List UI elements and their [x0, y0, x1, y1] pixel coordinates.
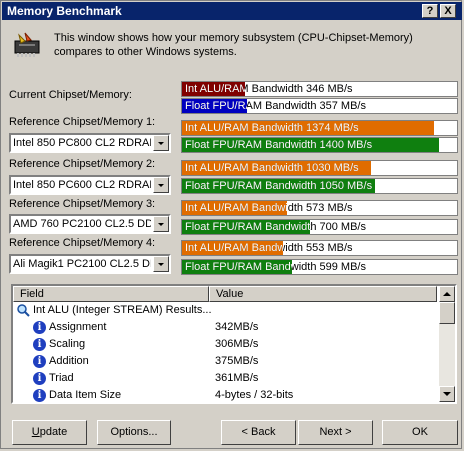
current-alu-bar: Int ALU/RAM Bandwidth 346 MB/s Int ALU/R…	[181, 81, 458, 97]
list-item[interactable]: i Data Item Size 4-bytes / 32-bits	[13, 387, 437, 402]
reference-2-alu-bar: Int ALU/RAM Bandwidth 1030 MB/s Int ALU/…	[181, 160, 458, 176]
reference-2-label: Reference Chipset/Memory 2:	[9, 158, 156, 170]
reference-2-select[interactable]: Intel 850 PC600 CL2 RDRAM	[9, 175, 171, 195]
scroll-down-button[interactable]	[439, 386, 455, 402]
column-header-value[interactable]: Value	[209, 286, 437, 302]
current-fpu-text-overlay: Float FPU/RAM Bandwidth 357 MB/s	[185, 100, 247, 112]
value-cell: 4-bytes / 32-bits	[215, 389, 294, 401]
back-button[interactable]: < Back	[221, 420, 296, 445]
intro-text: This window shows how your memory subsys…	[54, 32, 413, 58]
reference-1-alu-bar: Int ALU/RAM Bandwidth 1374 MB/s Int ALU/…	[181, 120, 458, 136]
value-cell: 361MB/s	[215, 372, 259, 384]
info-icon: i	[33, 372, 46, 385]
reference-4-selected: Ali Magik1 PC2100 CL2.5 DDR SDRAM	[13, 258, 151, 270]
reference-2-fpu-bar: Float FPU/RAM Bandwidth 1050 MB/s Float …	[181, 178, 458, 194]
value-cell: 375MB/s	[215, 355, 259, 367]
list-item[interactable]: i Addition 375MB/s	[13, 353, 437, 370]
chevron-down-icon[interactable]	[153, 256, 169, 272]
reference-3-alu-bar: Int ALU/RAM Bandwidth 573 MB/s Int ALU/R…	[181, 200, 458, 216]
help-button[interactable]: ?	[422, 4, 438, 18]
reference-3-alu-text-overlay: Int ALU/RAM Bandwidth 573 MB/s	[185, 202, 287, 214]
memory-chip-icon	[14, 32, 40, 57]
update-button[interactable]: Update	[12, 420, 87, 445]
reference-3-fpu-text-overlay: Float FPU/RAM Bandwidth 700 MB/s	[185, 221, 310, 233]
field-cell: Scaling	[49, 338, 86, 350]
reference-1-label: Reference Chipset/Memory 1:	[9, 116, 156, 128]
field-cell: Assignment	[49, 321, 107, 333]
vertical-scrollbar[interactable]	[439, 286, 455, 402]
memory-benchmark-window: Memory Benchmark ? X This window shows h…	[0, 0, 462, 449]
reference-1-select[interactable]: Intel 850 PC800 CL2 RDRAM	[9, 133, 171, 153]
info-icon: i	[33, 389, 46, 402]
reference-3-fpu-bar: Float FPU/RAM Bandwidth 700 MB/s Float F…	[181, 219, 458, 235]
window-title: Memory Benchmark	[7, 4, 122, 18]
reference-3-label: Reference Chipset/Memory 3:	[9, 198, 156, 210]
reference-4-fpu-bar: Float FPU/RAM Bandwidth 599 MB/s Float F…	[181, 259, 458, 275]
ok-button-label: OK	[412, 426, 428, 438]
next-button-label: Next >	[319, 426, 352, 438]
list-item[interactable]: i Assignment 342MB/s	[13, 319, 437, 336]
field-cell: Addition	[49, 355, 89, 367]
options-button[interactable]: Options...	[97, 420, 171, 445]
reference-4-fpu-text-overlay: Float FPU/RAM Bandwidth 599 MB/s	[185, 261, 292, 273]
current-alu-text-overlay: Int ALU/RAM Bandwidth 346 MB/s	[185, 83, 245, 95]
value-cell: 306MB/s	[215, 338, 259, 350]
list-item[interactable]: i Triad 361MB/s	[13, 370, 437, 387]
reference-4-alu-bar: Int ALU/RAM Bandwidth 553 MB/s Int ALU/R…	[181, 240, 458, 256]
reference-2-alu-text-overlay: Int ALU/RAM Bandwidth 1030 MB/s	[185, 162, 359, 174]
info-icon: i	[33, 321, 46, 334]
reference-1-fpu-text-overlay: Float FPU/RAM Bandwidth 1400 MB/s	[185, 139, 373, 151]
list-item[interactable]: Int ALU (Integer STREAM) Results...	[13, 302, 437, 319]
back-button-label: < Back	[241, 426, 276, 438]
column-header-field[interactable]: Field	[13, 286, 209, 302]
list-item[interactable]: i Scaling 306MB/s	[13, 336, 437, 353]
scroll-up-button[interactable]	[439, 286, 455, 302]
reference-4-label: Reference Chipset/Memory 4:	[9, 237, 156, 249]
field-cell: Int ALU (Integer STREAM) Results...	[33, 304, 212, 316]
chevron-down-icon[interactable]	[153, 177, 169, 193]
value-cell: 342MB/s	[215, 321, 259, 333]
reference-2-fpu-text-overlay: Float FPU/RAM Bandwidth 1050 MB/s	[185, 180, 373, 192]
reference-4-select[interactable]: Ali Magik1 PC2100 CL2.5 DDR SDRAM	[9, 254, 171, 274]
title-bar: Memory Benchmark ? X	[2, 2, 462, 20]
next-button[interactable]: Next >	[298, 420, 373, 445]
field-cell: Triad	[49, 372, 74, 384]
options-button-label: Options...	[110, 426, 158, 438]
reference-1-selected: Intel 850 PC800 CL2 RDRAM	[13, 137, 151, 149]
ok-button[interactable]: OK	[382, 420, 458, 445]
reference-1-fpu-bar: Float FPU/RAM Bandwidth 1400 MB/s Float …	[181, 137, 458, 153]
chevron-down-icon[interactable]	[153, 135, 169, 151]
magnifier-icon	[17, 304, 30, 317]
results-list[interactable]: Field Value Int ALU (Integer STREAM) Res…	[11, 284, 457, 404]
update-button-rest: pdate	[39, 426, 68, 438]
info-icon: i	[33, 338, 46, 351]
current-chipset-label: Current Chipset/Memory:	[9, 89, 132, 101]
reference-3-select[interactable]: AMD 760 PC2100 CL2.5 DDR SDRAM	[9, 214, 171, 234]
info-icon: i	[33, 355, 46, 368]
reference-4-alu-text-overlay: Int ALU/RAM Bandwidth 553 MB/s	[185, 242, 283, 254]
scroll-thumb[interactable]	[439, 302, 455, 324]
reference-1-alu-text-overlay: Int ALU/RAM Bandwidth 1374 MB/s	[185, 122, 359, 134]
close-button[interactable]: X	[440, 4, 456, 18]
current-fpu-bar: Float FPU/RAM Bandwidth 357 MB/s Float F…	[181, 98, 458, 114]
field-cell: Data Item Size	[49, 389, 122, 401]
reference-2-selected: Intel 850 PC600 CL2 RDRAM	[13, 179, 151, 191]
chevron-down-icon[interactable]	[153, 216, 169, 232]
reference-3-selected: AMD 760 PC2100 CL2.5 DDR SDRAM	[13, 218, 151, 230]
